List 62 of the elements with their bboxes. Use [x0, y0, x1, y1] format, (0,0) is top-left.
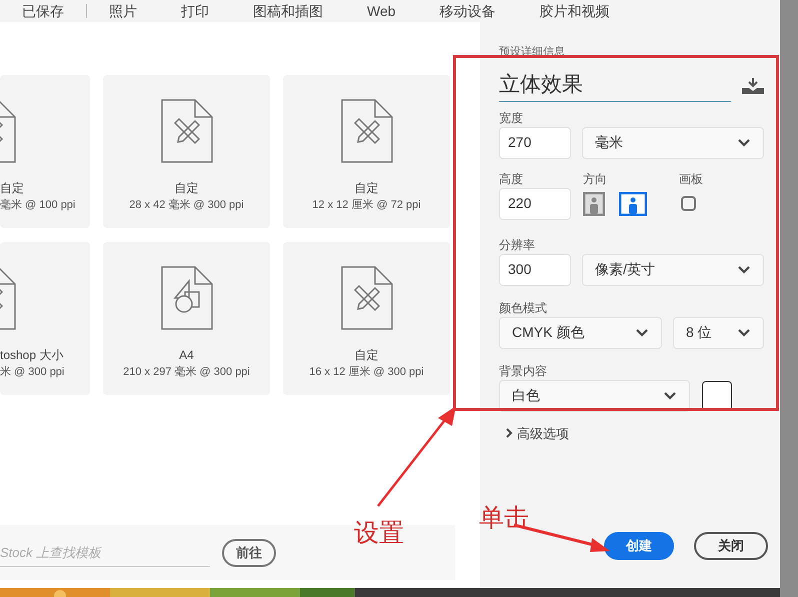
- field-label: 方向: [583, 172, 608, 186]
- artboard-checkbox[interactable]: [681, 196, 696, 211]
- chevron-down-icon: [737, 138, 751, 147]
- stock-search-field[interactable]: Stock 上查找模板: [0, 538, 210, 566]
- go-button[interactable]: 前往: [222, 538, 276, 566]
- preset-size: 28 x 42 毫米 @ 300 ppi: [129, 198, 244, 213]
- chevron-right-icon: [505, 428, 513, 438]
- preset-card[interactable]: 自定 12 x 12 厘米 @ 72 ppi: [283, 75, 450, 228]
- ruler-pencil-document-icon: [160, 99, 212, 163]
- number-field[interactable]: 220: [499, 188, 571, 220]
- category-tab[interactable]: 移动设备: [418, 1, 518, 21]
- category-tab[interactable]: 图稿和插图: [231, 1, 345, 21]
- landscape-orientation-icon[interactable]: [619, 192, 647, 216]
- preset-name: 自定: [174, 180, 198, 197]
- preset-name: toshop 大小: [0, 347, 64, 364]
- preset-size: 16 x 12 厘米 @ 300 ppi: [309, 365, 424, 380]
- annotation-label: 设置: [354, 519, 404, 549]
- field-label: 分辨率: [499, 238, 536, 252]
- preset-card[interactable]: 自定 28 x 42 毫米 @ 300 ppi: [103, 75, 270, 228]
- preset-name: 自定: [354, 347, 378, 364]
- category-tab[interactable]: 已保存: [0, 1, 86, 21]
- preset-card[interactable]: 自定 毫米 @ 100 ppi: [0, 75, 90, 228]
- category-tab[interactable]: 打印: [159, 1, 231, 21]
- preset-card[interactable]: A4 210 x 297 毫米 @ 300 ppi: [103, 242, 270, 395]
- preset-size: 毫米 @ 100 ppi: [0, 198, 76, 213]
- dropdown[interactable]: 8 位: [673, 316, 764, 348]
- category-tab[interactable]: Web: [345, 1, 418, 21]
- preset-size: 12 x 12 厘米 @ 72 ppi: [312, 198, 421, 213]
- dropdown[interactable]: 白色: [499, 380, 690, 412]
- chevron-down-icon: [663, 391, 677, 400]
- field-label: 宽度: [499, 110, 524, 124]
- preset-size: 米 @ 300 ppi: [0, 365, 64, 380]
- preset-card[interactable]: 自定 16 x 12 厘米 @ 300 ppi: [283, 242, 450, 395]
- document-name-field[interactable]: 立体效果: [499, 70, 731, 102]
- chevron-down-icon: [737, 328, 751, 337]
- chevron-down-icon: [737, 265, 751, 274]
- number-field[interactable]: 270: [499, 126, 571, 158]
- create-button[interactable]: 创建: [604, 532, 674, 560]
- category-tab[interactable]: 照片: [87, 1, 159, 21]
- dropdown[interactable]: CMYK 颜色: [499, 316, 662, 348]
- category-tab[interactable]: 胶片和视频: [518, 1, 632, 21]
- ruler-pencil-document-icon: [340, 99, 392, 163]
- dropdown[interactable]: 像素/英寸: [582, 254, 764, 286]
- close-button[interactable]: 关闭: [694, 532, 768, 560]
- advanced-options-toggle[interactable]: 高级选项: [505, 424, 764, 443]
- preset-size: 210 x 297 毫米 @ 300 ppi: [123, 364, 250, 380]
- field-label: 颜色模式: [499, 300, 548, 314]
- portrait-orientation-icon[interactable]: [583, 192, 605, 216]
- preset-name: 自定: [0, 180, 24, 197]
- shapes-document-icon: [160, 266, 212, 330]
- save-preset-icon[interactable]: [742, 78, 764, 94]
- dropdown[interactable]: 毫米: [582, 126, 764, 158]
- field-label: 背景内容: [499, 364, 548, 378]
- preset-card[interactable]: toshop 大小 米 @ 300 ppi: [0, 242, 90, 395]
- preset-name: A4: [179, 347, 194, 364]
- field-label: 画板: [679, 172, 703, 186]
- preset-name: 自定: [354, 180, 378, 197]
- chevron-down-icon: [635, 328, 649, 337]
- field-label: 高度: [499, 172, 524, 186]
- background-color-swatch[interactable]: [702, 380, 732, 410]
- ruler-pencil-document-icon: [340, 266, 392, 330]
- number-field[interactable]: 300: [499, 254, 571, 286]
